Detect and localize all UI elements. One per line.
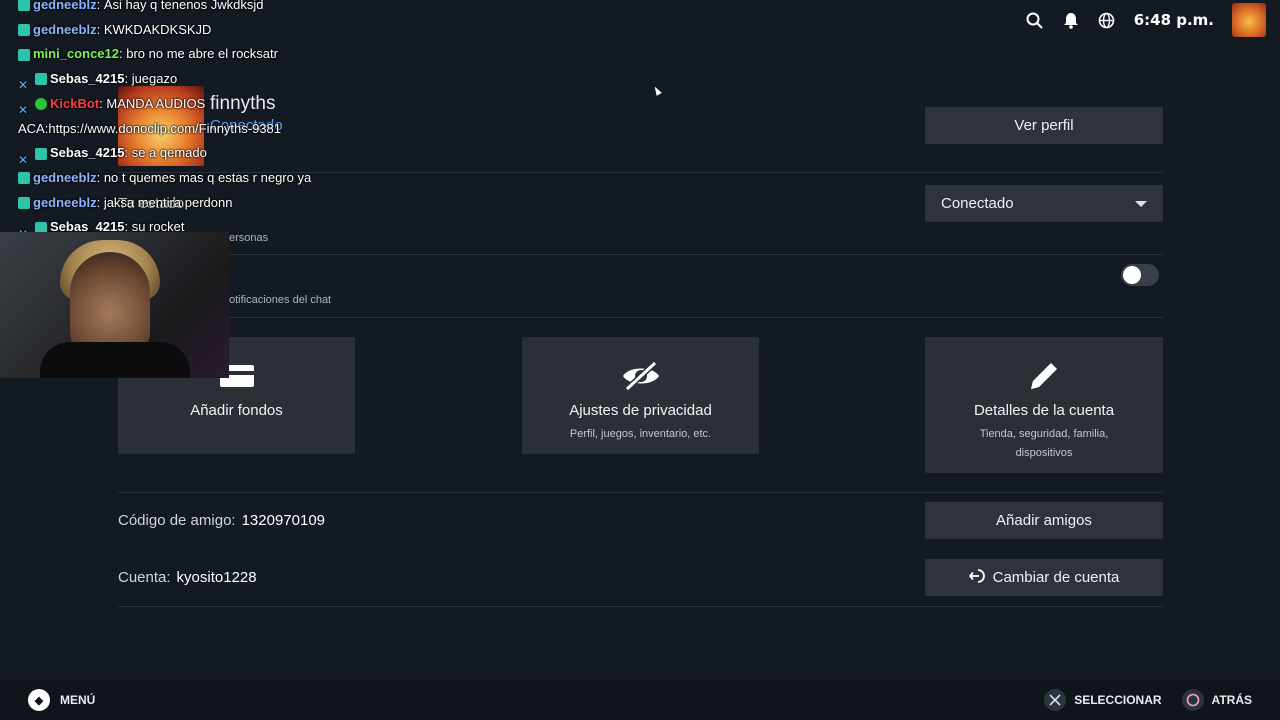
chat-username: KickBot — [50, 95, 100, 111]
divider — [118, 254, 1163, 255]
sub-badge-icon — [18, 48, 30, 61]
back-hint[interactable]: ATRÁS — [1212, 693, 1252, 707]
circle-button-icon — [1181, 689, 1204, 711]
account-details-subtitle: Tienda, seguridad, familia, dispositivos — [979, 428, 1109, 459]
privacy-settings-title: Ajustes de privacidad — [569, 402, 712, 419]
chat-separator: : — [96, 21, 104, 37]
account-details-title: Detalles de la cuenta — [973, 402, 1115, 419]
account-value: kyosito1228 — [176, 569, 257, 586]
account-details-tile[interactable]: Detalles de la cuenta Tienda, seguridad,… — [925, 337, 1163, 473]
privacy-settings-subtitle: Perfil, juegos, inventario, etc. — [569, 428, 712, 440]
notifications-sublabel: otificaciones del chat — [229, 294, 332, 306]
user-avatar[interactable] — [1232, 3, 1266, 37]
verified-badge-icon — [35, 98, 47, 111]
chat-message: ACA:https://www.donoclip.com/Finnyths-93… — [18, 117, 438, 142]
add-friends-button[interactable]: Añadir amigos — [925, 502, 1163, 539]
toggle-knob — [1123, 266, 1141, 284]
divider — [118, 606, 1163, 607]
clock: 6:48 p.m. — [1133, 11, 1214, 29]
sub-badge-icon — [35, 73, 47, 86]
divider — [118, 317, 1163, 318]
webcam-overlay — [0, 232, 229, 378]
sub-badge-icon — [18, 24, 30, 37]
mouse-cursor-icon — [652, 85, 662, 96]
chat-text: KWKDAKDKSKJD — [103, 21, 212, 37]
account-label: Cuenta: — [118, 569, 171, 586]
chat-username: gedneeblz — [33, 194, 97, 210]
search-icon[interactable] — [1026, 11, 1044, 29]
chat-text: MANDA AUDIOS — [106, 95, 206, 111]
switch-account-icon — [968, 568, 985, 588]
menu-hint[interactable]: ◆ MENÚ — [28, 689, 95, 711]
chat-message: gedneeblz: Asi hay q tenenos Jwkdksjd — [18, 0, 438, 18]
eye-off-icon — [621, 359, 661, 393]
bell-icon[interactable] — [1062, 11, 1080, 29]
chat-username: gedneeblz — [33, 21, 97, 37]
chevron-down-icon — [1135, 200, 1147, 207]
chat-username: gedneeblz — [33, 169, 97, 185]
top-status-bar: 6:48 p.m. — [1026, 0, 1280, 40]
pencil-icon — [1027, 359, 1061, 393]
chat-username: Sebas_4215 — [50, 145, 125, 161]
globe-icon[interactable] — [1098, 11, 1116, 29]
chat-message: gedneeblz: no t quemes mas q estas r neg… — [18, 166, 438, 191]
cross-button-icon — [1044, 689, 1067, 711]
chat-separator: : — [124, 71, 132, 87]
privacy-settings-tile[interactable]: Ajustes de privacidad Perfil, juegos, in… — [522, 337, 759, 454]
sub-badge-icon — [18, 196, 30, 209]
mod-badge-icon: ✕ — [18, 103, 29, 118]
bottom-bar: ◆ MENÚ SELECCIONAR ATRÁS — [0, 680, 1280, 720]
status-dropdown-value: Conectado — [941, 195, 1014, 212]
sub-badge-icon — [35, 147, 47, 160]
sub-badge-icon — [18, 172, 30, 185]
chat-separator: : — [124, 145, 132, 161]
chat-username: gedneeblz — [33, 0, 97, 12]
chat-username: mini_conce12 — [33, 46, 119, 62]
status-dropdown[interactable]: Conectado — [925, 185, 1163, 222]
add-funds-title: Añadir fondos — [190, 402, 283, 419]
switch-account-button[interactable]: Cambiar de cuenta — [925, 559, 1163, 596]
chat-text: juegazo — [131, 71, 178, 87]
chat-text: ACA:https://www.donoclip.com/Finnyths-93… — [18, 120, 282, 136]
view-profile-button[interactable]: Ver perfil — [925, 107, 1163, 144]
account-row: Cuenta: kyosito1228 — [118, 569, 257, 586]
chat-text: se a qemado — [131, 145, 207, 161]
mod-badge-icon: ✕ — [18, 152, 29, 167]
notifications-toggle[interactable] — [1121, 264, 1159, 286]
chat-message: ✕ KickBot: MANDA AUDIOS — [18, 92, 438, 117]
menu-label: MENÚ — [60, 693, 96, 707]
select-hint[interactable]: SELECCIONAR — [1074, 693, 1161, 707]
chat-username: Sebas_4215 — [50, 71, 125, 87]
friend-code-label: Código de amigo: — [118, 512, 236, 529]
friend-code-value: 1320970109 — [241, 512, 326, 529]
ps-logo-icon: ◆ — [28, 689, 50, 711]
chat-text: jaksa mentira perdonn — [103, 194, 233, 210]
chat-separator: : — [96, 194, 104, 210]
friend-code-row: Código de amigo: 1320970109 — [118, 512, 325, 529]
chat-text: bro no me abre el rocksatr — [126, 46, 278, 62]
switch-account-label: Cambiar de cuenta — [992, 569, 1120, 586]
mod-badge-icon: ✕ — [18, 78, 29, 93]
divider — [118, 492, 1163, 493]
chat-message: ✕ Sebas_4215: se a qemado — [18, 141, 438, 166]
sub-badge-icon — [18, 0, 30, 12]
chat-message: gedneeblz: KWKDAKDKSKJD — [18, 18, 438, 43]
chat-separator: : — [96, 0, 104, 12]
chat-separator: : — [96, 169, 104, 185]
chat-message: mini_conce12: bro no me abre el rocksatr — [18, 42, 438, 67]
chat-message: gedneeblz: jaksa mentira perdonn — [18, 191, 438, 216]
stream-chat-overlay: gedneeblz: Asi hay q tenenos Jwkdksjd ged… — [18, 0, 438, 241]
streamer-shirt — [40, 342, 190, 378]
chat-text: no t quemes mas q estas r negro ya — [103, 169, 312, 185]
chat-message: ✕ Sebas_4215: juegazo — [18, 67, 438, 92]
chat-text: Asi hay q tenenos Jwkdksjd — [103, 0, 264, 12]
